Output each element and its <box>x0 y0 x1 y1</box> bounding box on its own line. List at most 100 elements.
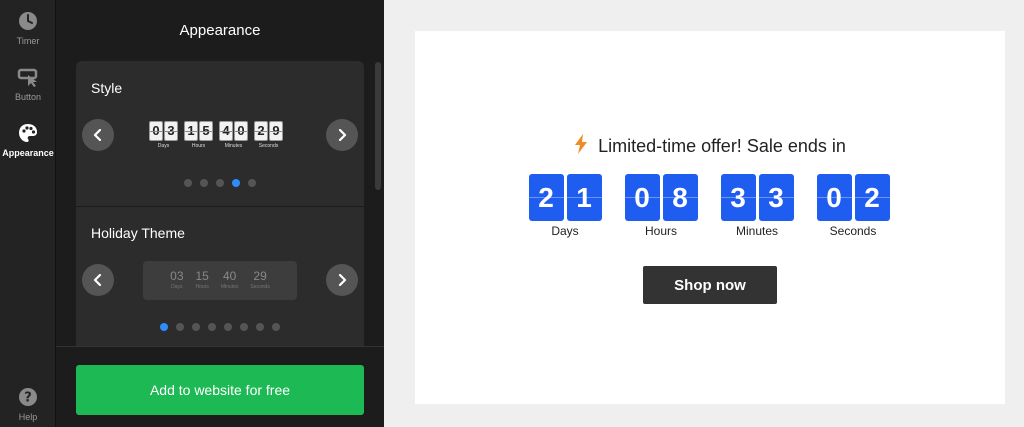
rail-item-label: Timer <box>16 36 40 46</box>
holiday-unit-value: 40 <box>222 269 237 283</box>
style-card: Style 0 3 Days 1 5 Hours 4 0 Minutes 2 9 Seconds <box>76 61 364 206</box>
flip-digit: 3 <box>164 121 178 141</box>
countdown-digits: 21 <box>528 174 602 221</box>
countdown-unit: 0 8 Hours <box>624 174 698 238</box>
countdown-digit: 2 <box>854 174 890 221</box>
carousel-dot[interactable] <box>224 323 232 331</box>
flip-unit-label: Seconds <box>258 143 279 149</box>
shop-now-button[interactable]: Shop now <box>643 266 777 304</box>
palette-icon <box>17 122 39 144</box>
holiday-dots <box>76 323 364 331</box>
flip-digit: 9 <box>269 121 283 141</box>
holiday-next-button[interactable] <box>326 264 358 296</box>
rail-item-timer[interactable]: Timer <box>0 10 56 46</box>
flip-unit-label: Days <box>157 143 170 149</box>
countdown-digits: 33 <box>720 174 794 221</box>
flip-digit: 4 <box>219 121 233 141</box>
flip-digit: 2 <box>254 121 268 141</box>
flip-unit: 4 0 Minutes <box>219 121 248 153</box>
carousel-dot[interactable] <box>176 323 184 331</box>
countdown-digit: 3 <box>720 174 756 221</box>
carousel-dot[interactable] <box>256 323 264 331</box>
left-rail: Timer Button Appearance ? Help <box>0 0 56 427</box>
rail-item-appearance[interactable]: Appearance <box>0 122 56 158</box>
countdown-unit: 3 3 Minutes <box>720 174 794 238</box>
carousel-dot[interactable] <box>184 179 192 187</box>
carousel-dot[interactable] <box>216 179 224 187</box>
holiday-card-label: Holiday Theme <box>91 225 185 241</box>
countdown-digits: 02 <box>816 174 890 221</box>
flip-digit: 5 <box>199 121 213 141</box>
flip-digit: 1 <box>184 121 198 141</box>
holiday-unit-label: Minutes <box>220 284 239 290</box>
countdown-digit: 8 <box>662 174 698 221</box>
cursor-button-icon <box>17 66 39 88</box>
offer-headline: Limited-time offer! Sale ends in <box>415 134 1005 159</box>
style-prev-button[interactable] <box>82 119 114 151</box>
panel-divider <box>56 346 384 347</box>
carousel-dot[interactable] <box>248 179 256 187</box>
flip-unit: 1 5 Hours <box>184 121 213 153</box>
countdown-unit: 2 1 Days <box>528 174 602 238</box>
flip-digits: 40 <box>219 121 248 141</box>
countdown-digit: 1 <box>566 174 602 221</box>
help-icon: ? <box>17 386 39 408</box>
chevron-right-icon <box>338 274 347 286</box>
holiday-unit-label: Days <box>171 284 183 290</box>
rail-item-help[interactable]: ? Help <box>0 386 56 422</box>
countdown-timer: 2 1 Days 0 8 Hours 3 3 Minutes 0 2 Seconds <box>528 174 890 238</box>
style-dots <box>76 179 364 187</box>
flip-digit: 0 <box>149 121 163 141</box>
style-preview[interactable]: 0 3 Days 1 5 Hours 4 0 Minutes 2 9 Seconds <box>149 121 291 153</box>
carousel-dot[interactable] <box>240 323 248 331</box>
carousel-dot[interactable] <box>232 179 240 187</box>
app-root: Timer Button Appearance ? Help Appearanc… <box>0 0 1024 427</box>
add-to-website-button[interactable]: Add to website for free <box>76 365 364 415</box>
svg-text:?: ? <box>24 391 32 406</box>
flip-unit-label: Hours <box>191 143 206 149</box>
preview-area: Limited-time offer! Sale ends in 2 1 Days 0… <box>384 0 1024 427</box>
countdown-unit-label: Hours <box>644 224 677 238</box>
chevron-left-icon <box>93 274 102 286</box>
holiday-preview[interactable]: 03 Days 15 Hours 40 Minutes 29 Seconds <box>143 261 297 300</box>
countdown-digit: 0 <box>816 174 852 221</box>
countdown-unit-label: Minutes <box>735 224 779 238</box>
rail-item-button[interactable]: Button <box>0 66 56 102</box>
lightning-icon <box>574 134 588 159</box>
rail-item-label: Button <box>14 92 42 102</box>
preview-canvas: Limited-time offer! Sale ends in 2 1 Days 0… <box>415 31 1005 404</box>
countdown-digit: 2 <box>528 174 564 221</box>
holiday-unit: 29 Seconds <box>250 270 269 300</box>
flip-digits: 29 <box>254 121 283 141</box>
panel-scrollbar[interactable] <box>375 62 381 190</box>
holiday-card: Holiday Theme 03 Days 15 Hours 40 Minutes 29 Se… <box>76 207 364 346</box>
holiday-unit: 15 Hours <box>196 270 209 300</box>
style-card-label: Style <box>91 80 123 96</box>
carousel-dot[interactable] <box>272 323 280 331</box>
flip-unit: 2 9 Seconds <box>254 121 283 153</box>
carousel-dot[interactable] <box>192 323 200 331</box>
holiday-unit-label: Seconds <box>250 284 270 290</box>
flip-unit-label: Minutes <box>224 143 243 149</box>
countdown-unit: 0 2 Seconds <box>816 174 890 238</box>
flip-digits: 15 <box>184 121 213 141</box>
style-next-button[interactable] <box>326 119 358 151</box>
panel-title: Appearance <box>179 22 261 39</box>
holiday-unit-value: 15 <box>195 269 209 283</box>
holiday-prev-button[interactable] <box>82 264 114 296</box>
countdown-unit-label: Days <box>551 224 579 238</box>
chevron-right-icon <box>338 129 347 141</box>
flip-unit: 0 3 Days <box>149 121 178 153</box>
chevron-left-icon <box>93 129 102 141</box>
holiday-unit-label: Hours <box>195 284 209 290</box>
countdown-digits: 08 <box>624 174 698 221</box>
rail-item-label: Appearance <box>2 148 54 158</box>
rail-item-label: Help <box>18 412 38 422</box>
flip-digits: 03 <box>149 121 178 141</box>
holiday-unit: 40 Minutes <box>221 270 239 300</box>
holiday-unit: 03 Days <box>170 270 183 300</box>
carousel-dot[interactable] <box>160 323 168 331</box>
carousel-dot[interactable] <box>200 179 208 187</box>
countdown-digit: 0 <box>624 174 660 221</box>
carousel-dot[interactable] <box>208 323 216 331</box>
